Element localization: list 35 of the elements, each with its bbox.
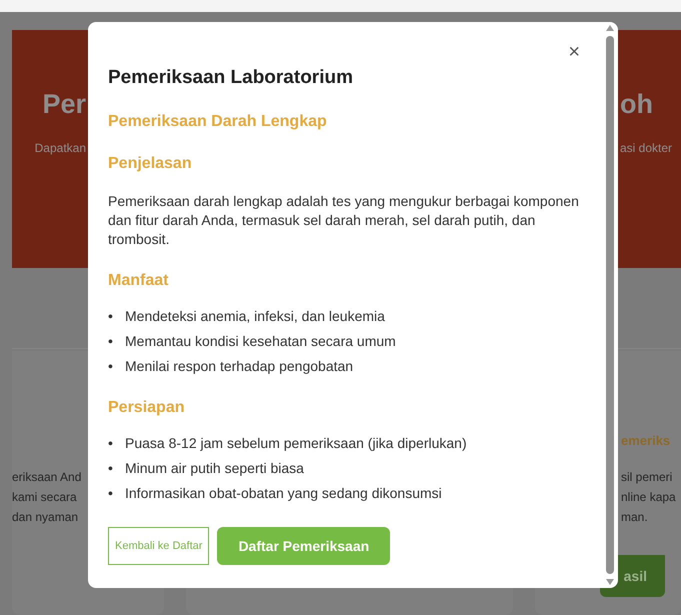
- scroll-down-icon[interactable]: [605, 578, 615, 586]
- hero-subtitle: asi dokter: [620, 140, 672, 156]
- bullet-icon: •: [108, 434, 115, 453]
- hero-subtitle: Dapatkan: [34, 140, 86, 156]
- bullet-icon: •: [108, 484, 115, 503]
- register-button[interactable]: Daftar Pemeriksaan: [217, 527, 390, 565]
- card-text: nline kapa: [621, 489, 676, 506]
- bullet-icon: •: [108, 332, 115, 351]
- scrollbar[interactable]: [603, 24, 617, 586]
- hero-title: Per: [42, 88, 86, 120]
- card-text: eriksaan And: [12, 469, 82, 486]
- card-text: kami secara: [12, 489, 77, 506]
- bullet-icon: •: [108, 307, 115, 326]
- section-heading: Penjelasan: [108, 154, 193, 174]
- card-text: man.: [621, 509, 648, 526]
- card-text: sil pemeri: [621, 469, 672, 486]
- card-text: dan nyaman: [12, 509, 78, 526]
- list-item: Memantau kondisi kesehatan secara umum: [125, 332, 396, 351]
- modal-title: Pemeriksaan Laboratorium: [108, 66, 354, 90]
- test-name: Pemeriksaan Darah Lengkap: [108, 112, 328, 132]
- section-heading: Persiapan: [108, 398, 186, 418]
- list-item: Puasa 8-12 jam sebelum pemeriksaan (jika diperlukan): [125, 434, 467, 453]
- close-button[interactable]: ×: [568, 42, 580, 62]
- back-button[interactable]: Kembali ke Daftar: [108, 527, 210, 565]
- list-item: Minum air putih seperti biasa: [125, 459, 304, 478]
- hero-title: oh: [620, 88, 653, 120]
- bullet-icon: •: [108, 357, 115, 376]
- section-heading: Manfaat: [108, 271, 170, 291]
- list-item: Menilai respon terhadap pengobatan: [125, 357, 354, 376]
- list-item: Informasikan obat-obatan yang sedang dikonsumsi: [125, 484, 442, 503]
- bullet-icon: •: [108, 459, 115, 478]
- description-text: Pemeriksaan darah lengkap adalah tes yang mengukur berbagai komponen dan fitur darah Anda, termasuk sel darah merah, sel darah putih, dan trombosit.: [108, 192, 580, 249]
- card-title: emeriks: [621, 432, 670, 450]
- list-item: Mendeteksi anemia, infeksi, dan leukemia: [125, 307, 385, 326]
- scroll-up-icon[interactable]: [605, 24, 615, 32]
